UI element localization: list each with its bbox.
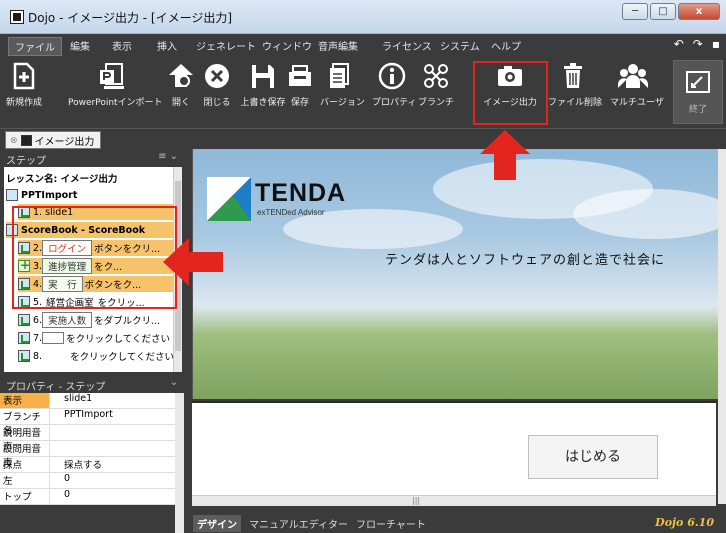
window-titlebar: Dojo - イメージ出力 - [イメージ出力] ─ □ x <box>0 0 726 34</box>
open-button[interactable]: 開く <box>166 62 196 108</box>
property-row[interactable]: 設問用音声 <box>0 441 175 469</box>
redo-icon[interactable]: ↷ <box>693 37 703 51</box>
red-arrow-left-icon <box>163 238 223 286</box>
close-window-button[interactable]: x <box>678 3 720 20</box>
property-row[interactable]: トップ 0 <box>0 489 175 505</box>
tree-step-7[interactable]: 7. をクリックしてください <box>18 330 170 346</box>
property-row[interactable]: 左0 <box>0 473 175 489</box>
branch-node-icon <box>6 189 18 201</box>
panel-options-icon[interactable]: ≡ ⌄ <box>158 151 178 162</box>
exit-tool: 終了 <box>674 69 722 115</box>
document-icon <box>20 135 32 146</box>
property-row[interactable]: 説明用音声 <box>0 425 175 453</box>
property-button[interactable]: プロパティ <box>372 62 416 108</box>
property-panel-header: プロパティ - ステップ ⌄ <box>0 375 186 393</box>
property-row[interactable]: 採点 採点する <box>0 457 175 473</box>
powerpoint-import-button[interactable]: PowerPointインポート <box>68 62 163 108</box>
save-button[interactable]: 保存 <box>287 62 313 108</box>
tree-step-8[interactable]: 8. をクリックしてください <box>18 348 174 364</box>
step-arrow-icon <box>18 350 30 362</box>
app-icon <box>10 10 24 24</box>
menu-generate[interactable]: ジェネレート <box>196 38 256 53</box>
powerpoint-import-icon <box>100 63 124 89</box>
menu-license[interactable]: ライセンス <box>382 38 432 53</box>
info-icon <box>378 62 406 90</box>
scroll-grip-icon: ||| <box>412 496 421 505</box>
brand-name: TENDA <box>255 179 347 207</box>
menu-audio-edit[interactable]: 音声編集 <box>318 38 358 53</box>
tenda-logo <box>207 177 251 221</box>
design-canvas: TENDA exTENDed Advisor テンダは人とソフトウェアの創と造で… <box>186 149 726 533</box>
cloud <box>573 189 722 239</box>
multi-user-button[interactable]: マルチユーザ <box>610 62 664 108</box>
slide-preview[interactable]: TENDA exTENDed Advisor テンダは人とソフトウェアの創と造で… <box>192 149 722 399</box>
exit-button[interactable]: 終了 <box>673 60 723 124</box>
step-panel-header: ステップ ≡ ⌄ <box>0 149 186 167</box>
window-title: Dojo - イメージ出力 - [イメージ出力] <box>28 11 233 25</box>
open-icon <box>169 64 193 87</box>
new-button[interactable]: 新規作成 <box>4 62 44 108</box>
chevron-down-icon[interactable]: ⌄ <box>170 377 178 388</box>
save-icon <box>289 65 311 86</box>
maximize-button[interactable]: □ <box>650 3 676 20</box>
tab-design[interactable]: デザイン <box>193 515 241 532</box>
tree-branch-pptimport[interactable]: PPTImport <box>6 187 77 203</box>
property-row[interactable]: 表示 slide1 <box>0 393 175 409</box>
version-label: Dojo 6.10 <box>655 516 714 529</box>
slide-slogan: テンダは人とソフトウェアの創と造で社会に <box>385 253 666 268</box>
tab-flowchart[interactable]: フローチャート <box>356 516 426 531</box>
tab-manual-editor[interactable]: マニュアルエディター <box>249 516 348 531</box>
image-output-highlight <box>473 61 548 125</box>
property-row[interactable]: ブランチ名 PPTImport <box>0 409 175 437</box>
canvas-v-scrollbar[interactable] <box>718 149 726 504</box>
canvas-h-scrollbar[interactable]: ||| <box>192 495 716 506</box>
property-table: 表示 slide1 ブランチ名 PPTImport 説明用音声 設問用音声 採点 採点… <box>0 393 175 505</box>
menu-help[interactable]: ヘルプ <box>491 38 521 53</box>
branch-icon <box>424 64 448 88</box>
version-icon <box>330 63 349 88</box>
brand-tagline: exTENDed Advisor <box>257 208 325 217</box>
new-file-icon <box>13 62 35 90</box>
menu-system[interactable]: システム <box>440 38 480 53</box>
quick-access: ↶ ↷ ▪ <box>674 37 720 51</box>
branch-button[interactable]: ブランチ <box>418 62 454 108</box>
step-arrow-icon <box>18 332 30 344</box>
quick-save-icon[interactable]: ▪ <box>712 37 720 51</box>
tab-image-output[interactable]: ⊗ イメージ出力 <box>5 131 102 149</box>
close-tab-icon[interactable]: ⊗ <box>10 136 18 146</box>
menu-insert[interactable]: 挿入 <box>157 38 177 53</box>
multi-user-icon <box>618 64 648 88</box>
property-panel: プロパティ - ステップ ⌄ 表示 slide1 ブランチ名 PPTImport 説… <box>0 375 186 533</box>
step-arrow-icon <box>18 314 30 326</box>
red-arrow-up-icon <box>480 130 530 180</box>
minimize-button[interactable]: ─ <box>622 3 648 20</box>
ribbon-toolbar: 新規作成 PowerPointインポート 開く 閉じる 上書き保存 保存 バージ… <box>0 56 726 128</box>
version-button[interactable]: バージョン <box>320 62 365 108</box>
property-scrollbar[interactable] <box>175 393 184 533</box>
tree-step-6[interactable]: 6. 実施人数 をダブルクリ... <box>18 312 160 328</box>
tree-lesson-row[interactable]: レッスン名: イメージ出力 <box>6 170 117 186</box>
view-tabs: デザイン マニュアルエディター フローチャート Dojo 6.10 <box>186 514 726 533</box>
menu-bar: ファイル 編集 表示 挿入 ジェネレート ウィンドウ 音声編集 ライセンス シス… <box>0 34 726 56</box>
menu-window[interactable]: ウィンドウ <box>262 38 312 53</box>
window-controls: ─ □ x <box>622 3 720 20</box>
close-button[interactable]: 閉じる <box>201 62 233 108</box>
overwrite-save-button[interactable]: 上書き保存 <box>238 62 288 108</box>
steps-highlight <box>12 206 177 309</box>
exit-icon <box>686 71 710 93</box>
start-button[interactable]: はじめる <box>528 435 658 479</box>
file-delete-button[interactable]: ファイル削除 <box>548 62 602 108</box>
document-tab-strip: ⊗ イメージ出力 <box>0 128 726 149</box>
undo-icon[interactable]: ↶ <box>674 37 684 51</box>
close-circle-icon <box>205 64 229 88</box>
menu-edit[interactable]: 編集 <box>70 38 90 53</box>
menu-view[interactable]: 表示 <box>112 38 132 53</box>
menu-file[interactable]: ファイル <box>8 37 62 56</box>
thumbnail-button <box>42 332 65 344</box>
trash-icon <box>564 63 582 88</box>
overwrite-save-icon <box>252 65 274 88</box>
